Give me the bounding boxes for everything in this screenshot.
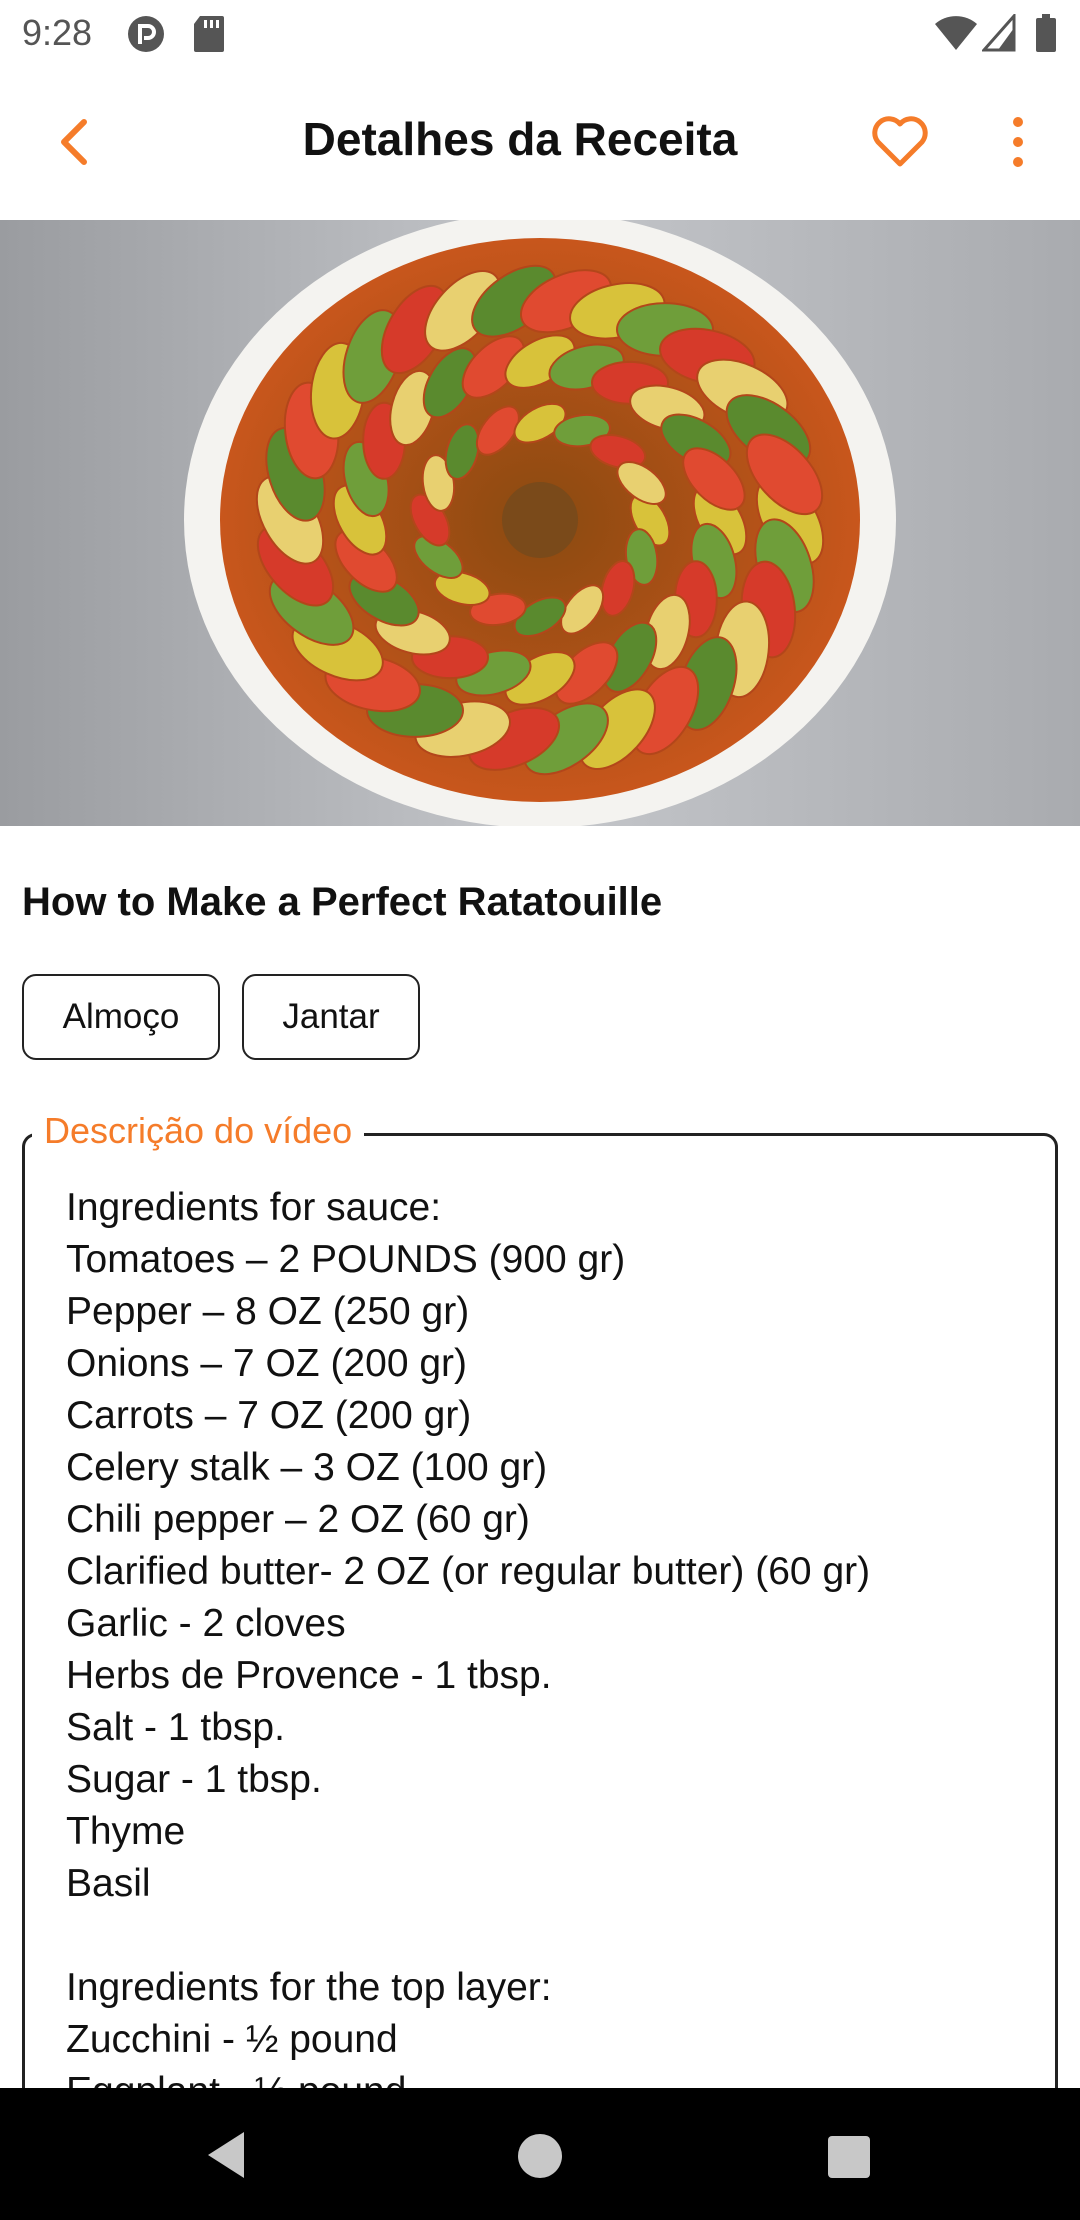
battery-icon — [1034, 14, 1058, 59]
description-line: Onions – 7 OZ (200 gr) — [66, 1342, 468, 1385]
description-line: Sugar - 1 tbsp. — [66, 1758, 322, 1801]
status-time: 9:28 — [22, 12, 93, 53]
description-line: Clarified butter- 2 OZ (or regular butte… — [66, 1550, 871, 1593]
status-bar: 9:28 — [0, 0, 1080, 66]
page-title: Detalhes da Receita — [302, 113, 738, 165]
tag-chip[interactable]: Almoço — [22, 974, 220, 1060]
description-line: Pepper – 8 OZ (250 gr) — [66, 1290, 470, 1333]
signal-icon — [980, 12, 1016, 57]
description-line: Chili pepper – 2 OZ (60 gr) — [66, 1498, 530, 1541]
description-line — [66, 1910, 1046, 1962]
back-button[interactable] — [46, 112, 106, 172]
favorite-button[interactable] — [868, 110, 932, 174]
tag-chip[interactable]: Jantar — [242, 974, 420, 1060]
app-bar: Detalhes da Receita — [0, 66, 1080, 220]
description-line: Basil — [66, 1862, 151, 1905]
pocket-casts-icon — [126, 14, 166, 59]
sd-card-icon — [192, 14, 226, 59]
system-nav-bar — [0, 2088, 1080, 2220]
description-line: Zucchini - ½ pound — [66, 2018, 398, 2061]
recipe-image — [0, 220, 1080, 826]
wifi-icon — [934, 14, 978, 57]
video-description-label: Descrição do vídeo — [32, 1110, 365, 1152]
description-line: Tomatoes – 2 POUNDS (900 gr) — [66, 1238, 626, 1281]
chevron-left-icon — [61, 119, 87, 165]
nav-back-icon[interactable] — [204, 2130, 248, 2185]
ratatouille-dish-photo — [0, 220, 1080, 826]
description-line: Ingredients for sauce: — [66, 1186, 442, 1229]
more-options-button[interactable] — [996, 110, 1040, 174]
description-line: Thyme — [66, 1810, 186, 1853]
video-description-text: Ingredients for sauce: Tomatoes – 2 POUN… — [66, 1182, 1046, 2118]
description-line: Carrots – 7 OZ (200 gr) — [66, 1394, 472, 1437]
description-line: Ingredients for the top layer: — [66, 1966, 552, 2009]
description-line: Garlic - 2 cloves — [66, 1602, 346, 1645]
description-line: Celery stalk – 3 OZ (100 gr) — [66, 1446, 548, 1489]
more-vertical-icon — [1013, 117, 1023, 167]
nav-home-icon[interactable] — [518, 2134, 562, 2178]
description-line: Salt - 1 tbsp. — [66, 1706, 285, 1749]
nav-recents-icon[interactable] — [828, 2136, 870, 2178]
heart-outline-icon — [872, 116, 928, 167]
recipe-title: How to Make a Perfect Ratatouille — [22, 880, 663, 924]
description-line: Herbs de Provence - 1 tbsp. — [66, 1654, 552, 1697]
